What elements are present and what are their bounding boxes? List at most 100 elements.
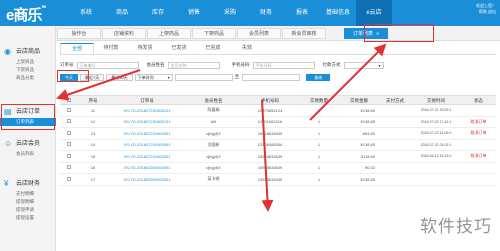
row-status[interactable]: 取消订单 <box>461 153 496 159</box>
header-order-no: 订单号 <box>140 98 154 103</box>
sidebar-item-withdraw-settings[interactable]: 提现设置 <box>0 214 56 222</box>
tab-listed-goods[interactable]: 上架商品 <box>147 27 191 39</box>
filter-row-2: 今天 最近7天 最近30天 下单时间 ▾ 至 查询 <box>60 73 332 81</box>
nav-item-basic-info[interactable]: 基础信息 <box>320 0 356 26</box>
tab-delisted-goods[interactable]: 下架商品 <box>192 27 236 39</box>
row-checkbox[interactable] <box>60 153 78 159</box>
sidebar-item-listed-goods[interactable]: 上架商品 <box>0 58 56 66</box>
orders-table: 序号 订单号 会员姓名 手机号码 交易数量 交易金额 支付方式 交易时间 状态 … <box>60 95 496 186</box>
sidebar-group-finance: ¥ 云店财务 支付明细 提现明细 提现申请 提现设置 <box>0 178 56 222</box>
header-index: 序号 <box>88 98 98 103</box>
row-order-link[interactable]: XS-YD-201607231000101 <box>108 108 186 113</box>
row-qty: 1 <box>317 176 321 182</box>
row-order-link[interactable]: XS-YD-201603300000001 <box>108 165 186 170</box>
row-qty: 1 <box>317 142 321 148</box>
pay-method-label: 付款方式 <box>322 62 341 67</box>
phone-input[interactable]: 手机号码 <box>252 61 315 69</box>
date-30days-button[interactable]: 最近30天 <box>106 73 133 81</box>
table-row[interactable]: 15 XS-YD-201607231000001 cjfq(yf)3 15918… <box>60 151 496 163</box>
row-checkbox[interactable] <box>60 107 78 113</box>
row-order-link[interactable]: XS-YD-201607231000001 <box>108 131 186 136</box>
nav-item-inventory[interactable]: 库存 <box>140 0 176 26</box>
header-time: 交易时间 <box>427 98 445 103</box>
row-status[interactable]: 取消订单 <box>461 130 496 136</box>
row-checkbox[interactable] <box>60 142 78 147</box>
goods-icon: ◉ <box>4 47 11 56</box>
row-checkbox[interactable] <box>60 119 78 124</box>
sidebar-title-finance[interactable]: ¥ 云店财务 <box>0 178 56 190</box>
tab-dashboard[interactable]: 操作台 <box>57 27 101 39</box>
order-no-input[interactable]: 订单编号 <box>76 61 139 69</box>
tab-member-list[interactable]: 会员列表 <box>237 27 281 39</box>
nav-item-system[interactable]: 系统 <box>68 0 104 26</box>
table-header: 序号 订单号 会员姓名 手机号码 交易数量 交易金额 支付方式 交易时间 状态 <box>60 95 496 105</box>
sidebar-item-goods-category[interactable]: 商品分类 <box>0 74 56 82</box>
row-qty: 1 <box>317 165 321 171</box>
row-order-link[interactable]: XS-YD-201607231000101 <box>108 119 186 124</box>
nav-item-reports[interactable]: 报表 <box>284 0 320 26</box>
row-order-link[interactable]: XS-YD-201607231000001 <box>108 154 186 159</box>
row-phone: 15918634549 <box>257 176 283 182</box>
tab-store-info[interactable]: 店铺资料 <box>102 27 146 39</box>
header-checkbox[interactable] <box>60 96 78 104</box>
status-tab-unpaid[interactable]: 待付款 <box>94 43 128 54</box>
search-button[interactable]: 查询 <box>306 73 331 81</box>
status-tab-completed[interactable]: 已完成 <box>196 43 230 54</box>
table-row[interactable]: 16 XS-YD-201603300000001 cjfq(yf)3 15918… <box>60 163 496 174</box>
date-end-input[interactable] <box>242 73 301 81</box>
nav-item-purchase[interactable]: 采购 <box>212 0 248 26</box>
header-qty: 交易数量 <box>310 98 328 103</box>
table-row[interactable]: 17 XS-YD-201603300000001 某卡顿 15918634549… <box>60 174 496 186</box>
table-row[interactable]: 12 XS-YD-201607231000101 AN 12701652216 … <box>60 117 496 128</box>
row-time: 2016-06-12 16:13:0 <box>420 154 452 159</box>
header-member: 会员姓名 <box>204 98 223 103</box>
nav-item-e-cloud-store[interactable]: e云店 <box>356 0 392 26</box>
row-member: cjfq(yf)3 <box>206 130 221 136</box>
row-checkbox[interactable] <box>60 165 78 170</box>
status-tab-shipped[interactable]: 已发货 <box>162 43 196 54</box>
app-root: e商乐TM 系统 商品 库存 销售 采购 财务 报表 基础信息 e云店 欢迎上您… <box>0 0 500 251</box>
pay-method-select[interactable]: ▾ <box>343 61 384 69</box>
row-phone: 13126088354 <box>257 142 283 148</box>
row-checkbox[interactable] <box>60 130 78 136</box>
phone-label: 手机号码 <box>231 62 250 67</box>
nav-item-goods[interactable]: 商品 <box>104 0 140 26</box>
sidebar-item-delisted-goods[interactable]: 下架商品 <box>0 66 56 74</box>
row-time: 2016-07-21 15:00:1 <box>420 108 452 113</box>
order-no-label: 订单号 <box>60 62 74 67</box>
main-nav: 系统 商品 库存 销售 采购 财务 报表 基础信息 e云店 <box>68 0 392 26</box>
row-order-link[interactable]: XS-YD-201607231000001 <box>108 142 186 147</box>
date-type-select[interactable]: 下单时间 ▾ <box>134 73 173 81</box>
nav-item-sales[interactable]: 销售 <box>176 0 212 26</box>
row-status[interactable]: 取消订单 <box>461 119 496 125</box>
status-divider <box>60 54 496 55</box>
sidebar-title-members[interactable]: ☺ 云店会员 <box>0 138 56 150</box>
sidebar-item-withdraw-apply[interactable]: 提现申请 <box>0 206 56 214</box>
sidebar-highlight-box <box>1 104 55 130</box>
sidebar-item-payment-detail[interactable]: 支付明细 <box>0 190 56 198</box>
filter-row-1: 订单号 订单编号 会员姓名 会员名称 手机号码 手机号码 付款方式 ▾ <box>60 61 384 69</box>
row-member: cjfq(yf)3 <box>206 165 221 171</box>
status-tab-invalid[interactable]: 失效 <box>230 43 264 54</box>
sidebar-item-withdraw-detail[interactable]: 提现明细 <box>0 198 56 206</box>
table-row[interactable]: 14 XS-YD-201607231000001 沈国新 13126088354… <box>60 140 496 151</box>
row-order-link[interactable]: XS-YD-201603300000001 <box>108 177 186 182</box>
row-index: 11 <box>90 107 96 113</box>
row-checkbox[interactable] <box>60 176 78 182</box>
nav-item-finance[interactable]: 财务 <box>248 0 284 26</box>
sidebar-item-member-list[interactable]: 会员列表 <box>0 150 56 158</box>
date-start-input[interactable] <box>174 73 233 81</box>
row-qty: 1 <box>317 107 321 113</box>
row-index: 12 <box>90 119 96 125</box>
sidebar-group-goods: ◉ 云店商品 上架商品 下架商品 商品分类 <box>0 46 56 82</box>
status-tab-all[interactable]: 全部 <box>60 43 94 54</box>
status-tab-to-ship[interactable]: 待发货 <box>128 43 162 54</box>
sidebar-title-goods[interactable]: ◉ 云店商品 <box>0 46 56 58</box>
table-row[interactable]: 11 XS-YD-201607231000101 陈嘉娟 15873654124… <box>60 105 496 117</box>
brand-logo[interactable]: e商乐TM <box>6 4 46 25</box>
member-name-input[interactable]: 会员名称 <box>167 61 220 69</box>
tab-new-member-review[interactable]: 新会员审核 <box>282 27 326 39</box>
row-member: 某卡顿 <box>207 176 220 182</box>
user-links[interactable]: 帮助 退出 <box>476 9 496 15</box>
table-row[interactable]: 13 XS-YD-201607231000001 cjfq(yf)3 15918… <box>60 128 496 140</box>
